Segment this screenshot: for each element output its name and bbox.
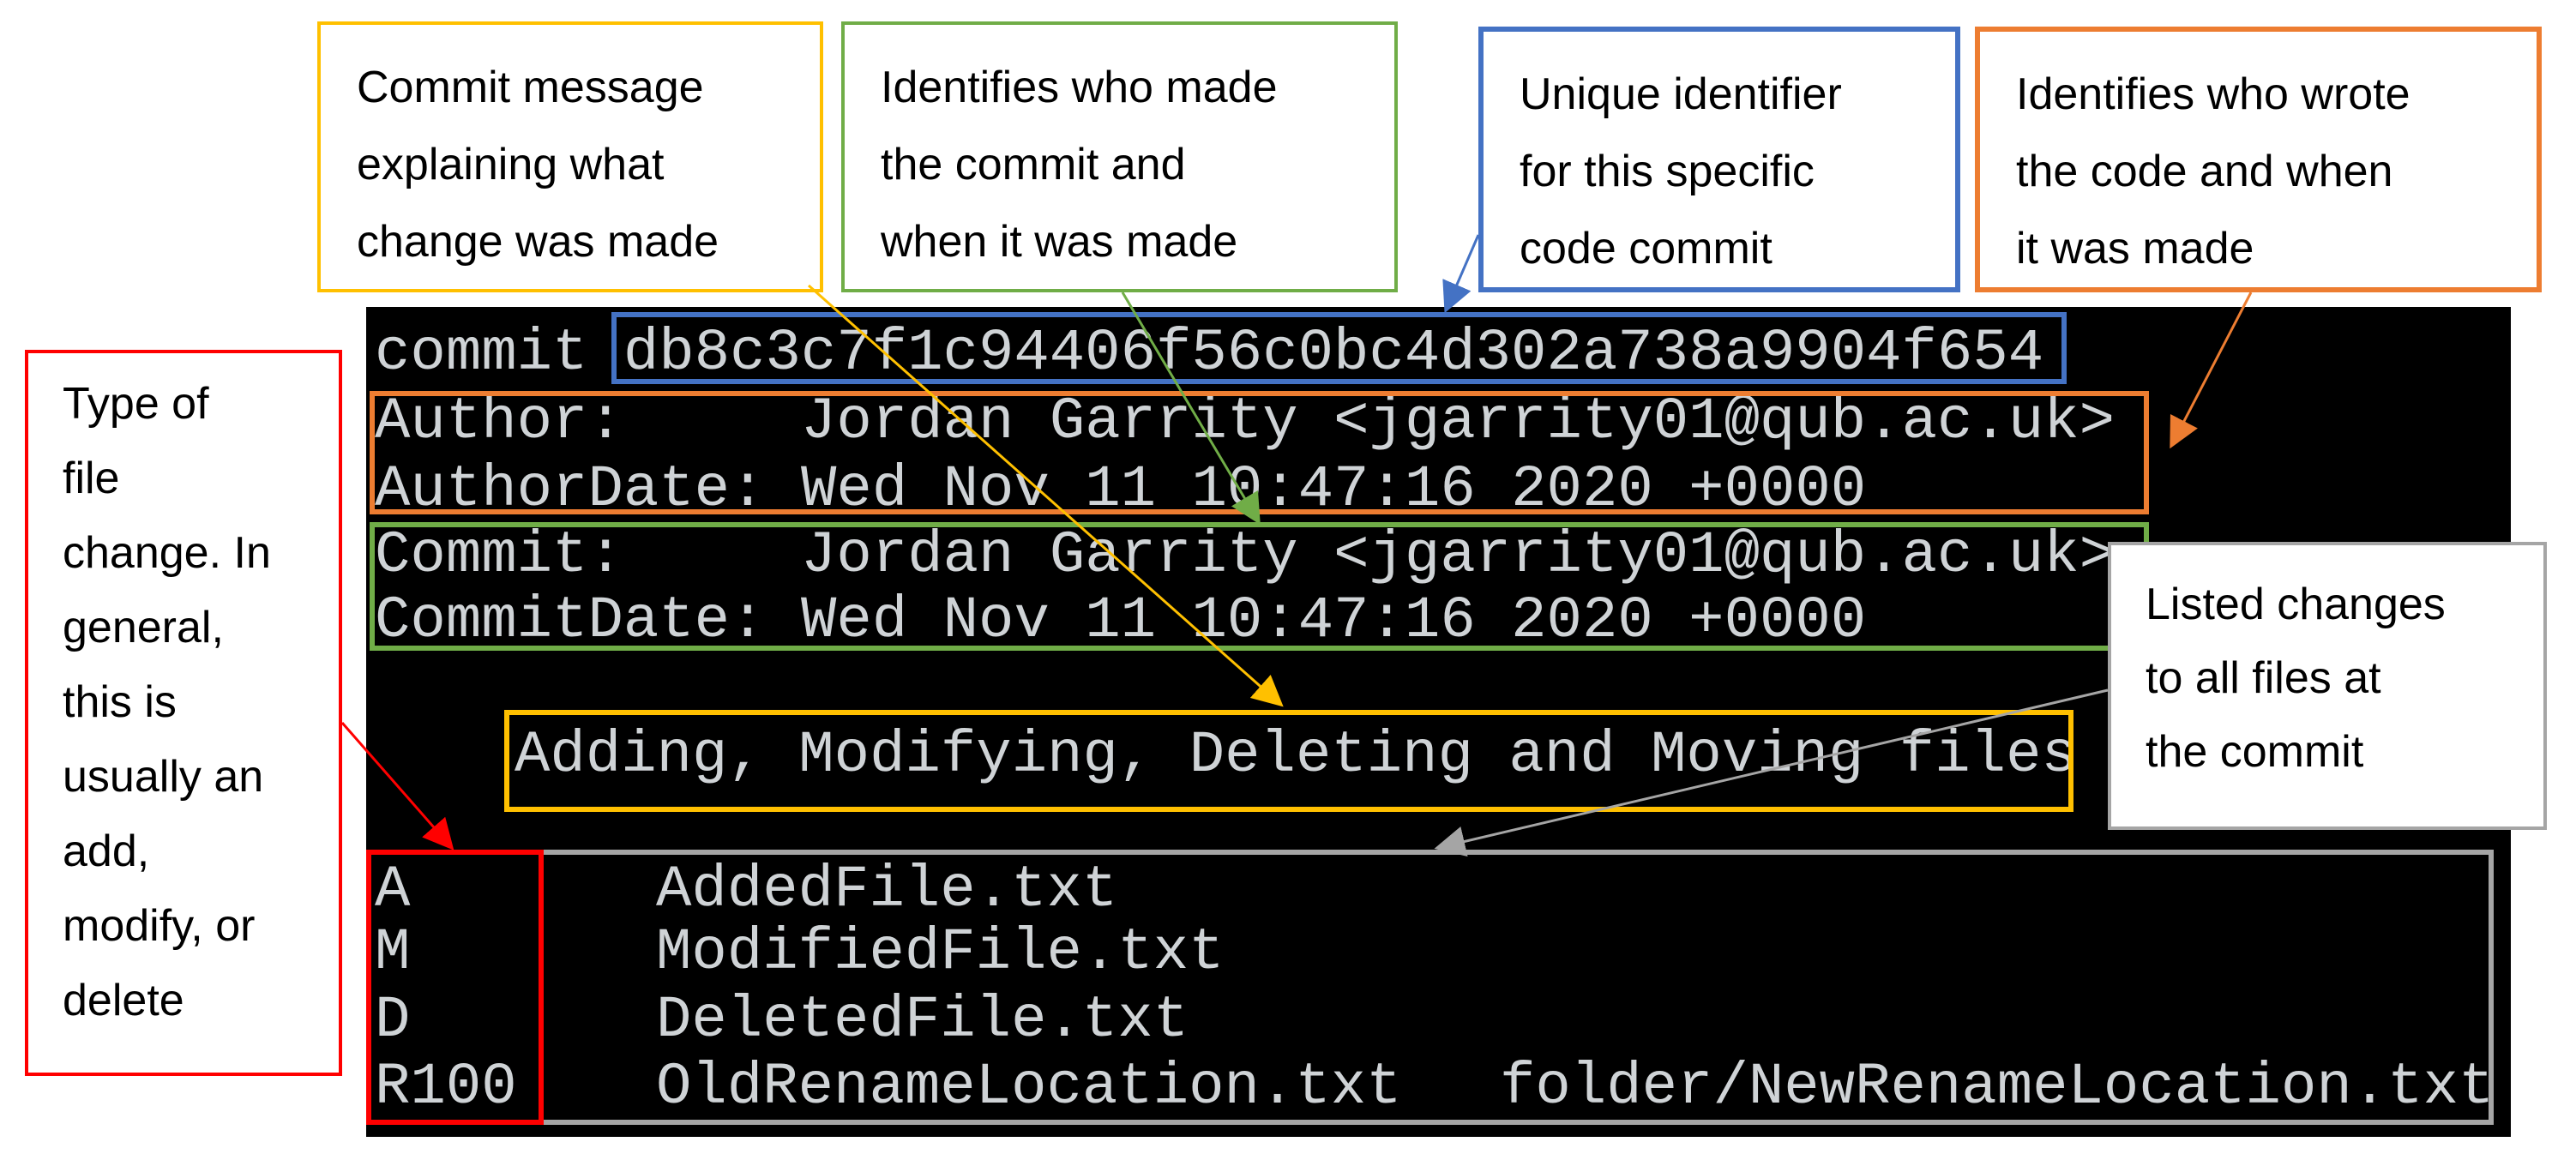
arrow-change-type [340,722,454,850]
arrow-identifier [1442,234,1480,314]
arrow-committer [1121,292,1261,526]
arrow-file-list [1434,688,2109,857]
arrow-commit-message [808,284,1284,707]
connector-arrows [340,234,2253,857]
arrow-author [2170,292,2253,449]
